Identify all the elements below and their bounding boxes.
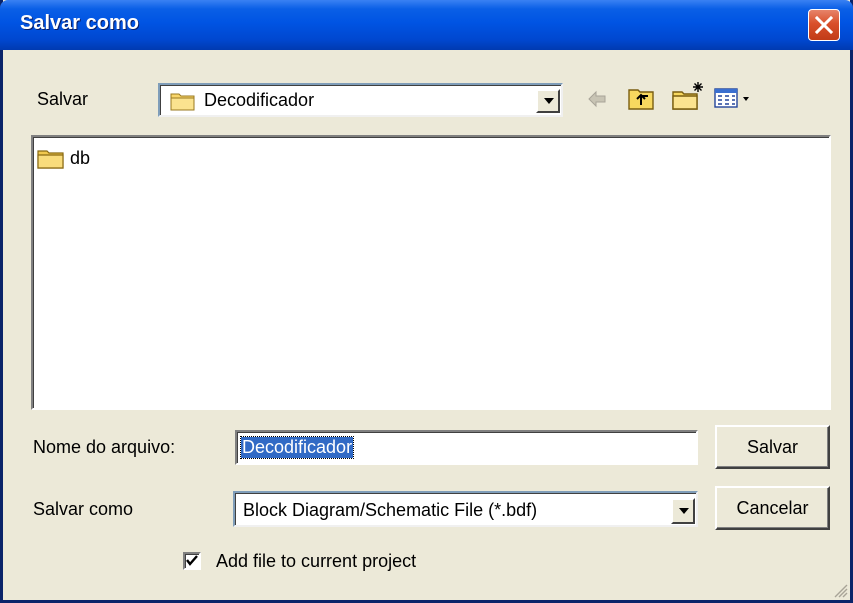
filetype-combo[interactable]: Block Diagram/Schematic File (*.bdf) xyxy=(233,491,698,527)
check-icon xyxy=(186,555,198,566)
list-item[interactable]: db xyxy=(37,147,107,169)
save-in-combo[interactable]: Decodificador xyxy=(158,83,563,117)
up-folder-icon[interactable] xyxy=(627,84,655,112)
filetype-dropdown-button[interactable] xyxy=(671,498,695,524)
save-in-label: Salvar xyxy=(37,89,89,109)
add-to-project-label: Add file to current project xyxy=(216,551,417,571)
folder-icon xyxy=(37,150,64,169)
filename-value: Decodificador xyxy=(239,436,355,459)
filetype-label: Salvar como xyxy=(33,499,134,519)
title-bar[interactable]: Salvar como xyxy=(0,0,853,50)
new-folder-icon[interactable] xyxy=(671,80,705,112)
file-list[interactable]: db xyxy=(31,135,831,410)
folder-icon xyxy=(170,93,195,111)
close-button[interactable] xyxy=(808,9,840,41)
save-button[interactable]: Salvar xyxy=(715,425,830,469)
view-menu-icon[interactable] xyxy=(713,84,753,112)
cancel-button[interactable]: Cancelar xyxy=(715,486,830,530)
window-title: Salvar como xyxy=(20,12,139,34)
close-icon xyxy=(815,16,833,34)
save-in-value: Decodificador xyxy=(204,90,315,110)
chevron-down-icon xyxy=(544,98,554,104)
add-to-project-checkbox[interactable] xyxy=(183,552,201,570)
list-item-label: db xyxy=(70,148,91,168)
filename-input[interactable]: Decodificador xyxy=(235,430,698,465)
resize-grip-icon[interactable] xyxy=(832,582,848,598)
chevron-down-icon xyxy=(679,508,689,514)
back-arrow-icon[interactable] xyxy=(586,88,608,110)
filename-label: Nome do arquivo: xyxy=(33,437,176,457)
save-as-dialog: Salvar como Salvar Decodificador db Nome… xyxy=(0,0,853,603)
filetype-value: Block Diagram/Schematic File (*.bdf) xyxy=(243,500,538,520)
save-in-dropdown-button[interactable] xyxy=(536,89,560,113)
